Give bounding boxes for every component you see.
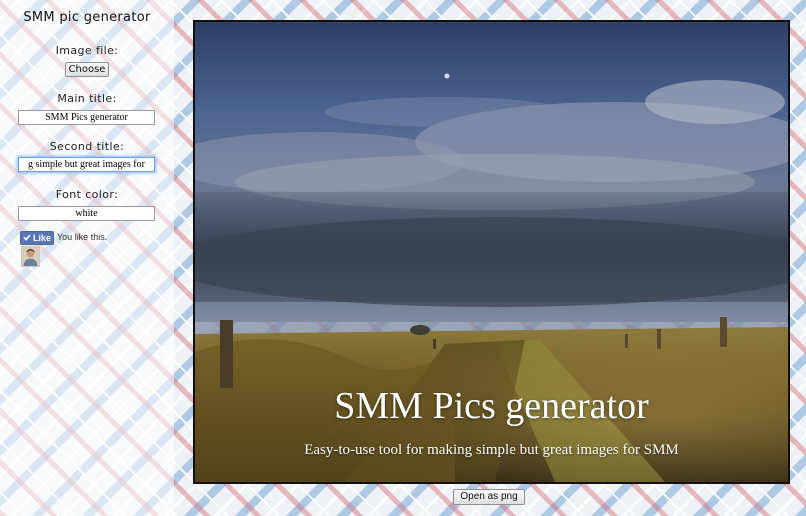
app-title: SMM pic generator [23, 10, 151, 25]
open-as-png-button[interactable]: Open as png [453, 489, 525, 505]
thumbs-up-icon [23, 234, 31, 242]
like-button-label: Like [32, 233, 51, 243]
like-status-text: You like this. [57, 232, 108, 242]
main-title-input[interactable] [18, 110, 155, 125]
second-title-overlay: Easy-to-use tool for making simple but g… [304, 442, 679, 458]
font-color-input[interactable] [18, 206, 155, 221]
second-title-input[interactable] [18, 157, 155, 172]
image-file-label: Image file: [55, 44, 119, 57]
main-title-label: Main title: [57, 92, 117, 105]
image-preview-canvas: SMM Pics generator Easy-to-use tool for … [193, 20, 790, 484]
facebook-like-button[interactable]: Like [20, 231, 54, 245]
sidebar: SMM pic generator Image file: Choose Mai… [0, 0, 174, 516]
second-title-label: Second title: [49, 140, 125, 153]
main-title-overlay: SMM Pics generator [334, 385, 649, 427]
avatar[interactable] [21, 246, 40, 267]
font-color-label: Font color: [55, 188, 119, 201]
choose-file-button[interactable]: Choose [65, 62, 109, 77]
